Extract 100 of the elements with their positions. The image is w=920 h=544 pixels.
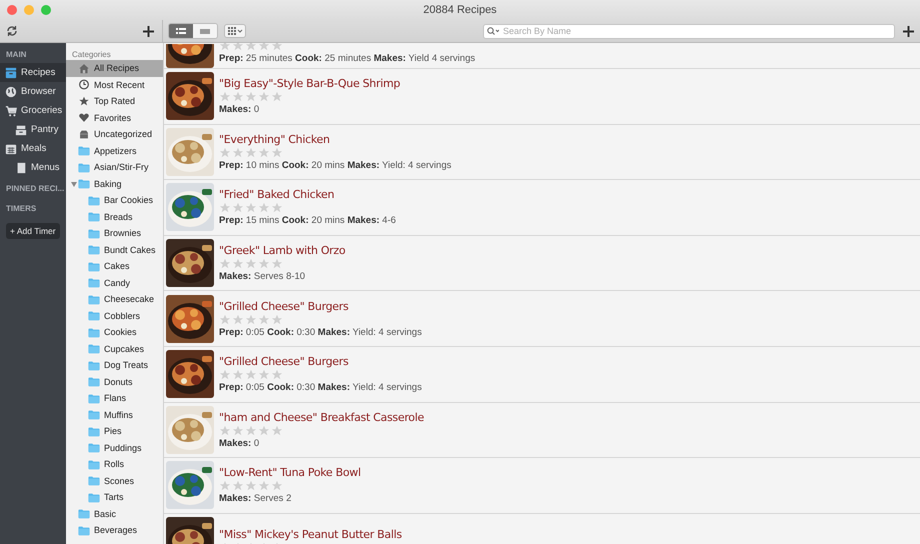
category-item[interactable]: Rolls: [66, 456, 163, 472]
zoom-button[interactable]: [41, 5, 51, 15]
recipe-row[interactable]: "Fried" Baked Chicken Prep: 15 mins Cook: 20 mins Makes: 4-6: [164, 180, 920, 236]
folder-icon: [88, 343, 100, 354]
folder-icon: [88, 392, 100, 404]
recipe-row[interactable]: "Greek" Lamb with Orzo Makes: Serves 8-10: [164, 236, 920, 292]
bar-icon: [200, 28, 210, 34]
minimize-button[interactable]: [24, 5, 34, 15]
category-item[interactable]: Asian/Stir-Fry: [66, 159, 163, 176]
star-icon: [232, 258, 244, 270]
category-item[interactable]: Tarts: [66, 489, 163, 506]
star-icon: [271, 146, 283, 159]
category-item[interactable]: Cupcakes: [66, 340, 163, 357]
recipe-row[interactable]: "Grilled Cheese" Burgers Prep: 0:05 Cook: 0:30 Makes: Yield: 4 servings: [164, 346, 920, 403]
folder-icon: [88, 475, 100, 486]
star-icon: [232, 91, 244, 104]
categories-heading: Categories: [71, 49, 112, 60]
sidebar-item[interactable]: Recipes: [0, 63, 66, 82]
sidebar-item[interactable]: Groceries: [0, 101, 66, 120]
category-item[interactable]: Scones: [66, 472, 163, 489]
star-icon: [219, 91, 231, 104]
star-icon: [232, 314, 244, 326]
star-icon: [245, 43, 257, 52]
sidebar-item[interactable]: Meals: [0, 139, 66, 158]
category-item[interactable]: Cakes: [66, 258, 163, 274]
star-icon: [219, 43, 231, 52]
star-icon: [219, 202, 231, 214]
star-icon: [271, 258, 283, 270]
sidebar-item[interactable]: Pantry: [0, 120, 66, 139]
recipe-details: Prep: 15 mins Cook: 20 mins Makes: 4-6: [219, 215, 396, 226]
category-item[interactable]: Flans: [66, 390, 163, 406]
recipe-title: "ham and Cheese" Breakfast Casserole: [219, 410, 424, 424]
recipe-details: Prep: 0:05 Cook: 0:30 Makes: Yield: 4 servings: [219, 382, 422, 394]
folder-icon: [88, 492, 100, 503]
search-icon[interactable]: [487, 27, 499, 35]
category-item[interactable]: Bundt Cakes: [66, 242, 163, 258]
recipe-row[interactable]: "Grilled Cheese" Burgers Prep: 0:05 Cook: 0:30 Makes: Yield: 4 servings: [164, 291, 920, 347]
category-item[interactable]: Baking: [66, 176, 163, 192]
sidebar-item[interactable]: Menus: [0, 158, 66, 177]
star-icon: [258, 146, 270, 159]
search-field[interactable]: Search By Name: [483, 24, 895, 38]
close-button[interactable]: [7, 5, 17, 15]
recipe-title: "Grilled Cheese" Burgers: [219, 355, 350, 368]
globe-icon: [5, 86, 17, 98]
sidebar-heading: MAIN: [5, 49, 28, 61]
category-item[interactable]: Muffins: [66, 406, 163, 423]
category-item[interactable]: Puddings: [66, 440, 163, 456]
cart-icon: [5, 104, 17, 116]
add-button[interactable]: [143, 26, 154, 36]
category-item[interactable]: Cheesecake: [66, 291, 163, 308]
add-timer-button[interactable]: + Add Timer: [6, 223, 60, 239]
category-item[interactable]: Most Recent: [66, 76, 163, 93]
sidebar-item[interactable]: Browser: [0, 82, 66, 101]
category-item[interactable]: Appetizers: [66, 142, 163, 159]
folder-icon: [88, 277, 100, 288]
recipe-row[interactable]: "ham and Cheese" Breakfast Casserole Makes: 0: [164, 402, 920, 458]
category-item[interactable]: Brownies: [66, 225, 163, 242]
recipe-details: Prep: 0:05 Cook: 0:30 Makes: Yield: 4 servings: [219, 326, 422, 338]
rows-view-button[interactable]: [193, 24, 217, 38]
folder-icon: [88, 376, 100, 388]
recipe-row[interactable]: "Big Easy"-Style Bar-B-Que Shrimp Makes: 0: [164, 69, 920, 125]
category-item[interactable]: Pies: [66, 423, 163, 440]
recipe-details: Makes: 0: [219, 438, 260, 449]
list-view-button[interactable]: [169, 24, 193, 38]
menu-card-icon: [15, 162, 27, 174]
category-item[interactable]: Cobblers: [66, 308, 163, 324]
recipe-box-icon: [5, 66, 17, 78]
recipe-title: "Big Easy"-Style Bar-B-Que Shrimp: [219, 77, 400, 90]
star-icon: [271, 202, 283, 214]
add-recipe-button[interactable]: [903, 26, 914, 36]
grid-view-menu[interactable]: [224, 24, 246, 38]
category-item[interactable]: Beverages: [66, 522, 163, 538]
disclosure-triangle-icon[interactable]: [71, 182, 77, 186]
category-item[interactable]: Favorites: [66, 110, 163, 126]
category-item[interactable]: Uncategorized: [66, 126, 163, 142]
recipe-row[interactable]: Prep: 25 minutes Cook: 25 minutes Makes: Yield 4 servings: [164, 43, 920, 69]
recipe-details: Makes: Serves 2: [219, 493, 292, 504]
category-item[interactable]: Dog Treats: [66, 357, 163, 374]
recipe-row[interactable]: "Everything" Chicken Prep: 10 mins Cook: 20 mins Makes: Yield: 4 servings: [164, 124, 920, 180]
recipe-row[interactable]: "Miss" Mickey's Peanut Butter Balls: [164, 514, 920, 544]
category-item[interactable]: Breads: [66, 208, 163, 225]
category-item[interactable]: Top Rated: [66, 93, 163, 110]
category-item[interactable]: All Recipes: [66, 60, 163, 76]
window-title: 20884 Recipes: [423, 4, 497, 16]
sync-button[interactable]: [6, 25, 18, 37]
star-icon: [258, 43, 270, 52]
star-icon: [258, 202, 270, 214]
folder-icon: [88, 294, 100, 305]
recipe-row[interactable]: "Low-Rent" Tuna Poke Bowl Makes: Serves 2: [164, 458, 920, 514]
recipe-details: Makes: 0: [219, 104, 260, 116]
view-mode-control[interactable]: [168, 23, 218, 39]
category-item[interactable]: Cookies: [66, 324, 163, 340]
category-item[interactable]: Basic: [66, 506, 163, 522]
category-item[interactable]: Donuts: [66, 374, 163, 390]
folder-icon: [88, 426, 100, 437]
pantry-icon: [15, 124, 27, 136]
recipe-title: "Greek" Lamb with Orzo: [219, 244, 346, 258]
category-item[interactable]: Bar Cookies: [66, 192, 163, 208]
star-icon: [219, 258, 231, 270]
category-item[interactable]: Candy: [66, 274, 163, 291]
